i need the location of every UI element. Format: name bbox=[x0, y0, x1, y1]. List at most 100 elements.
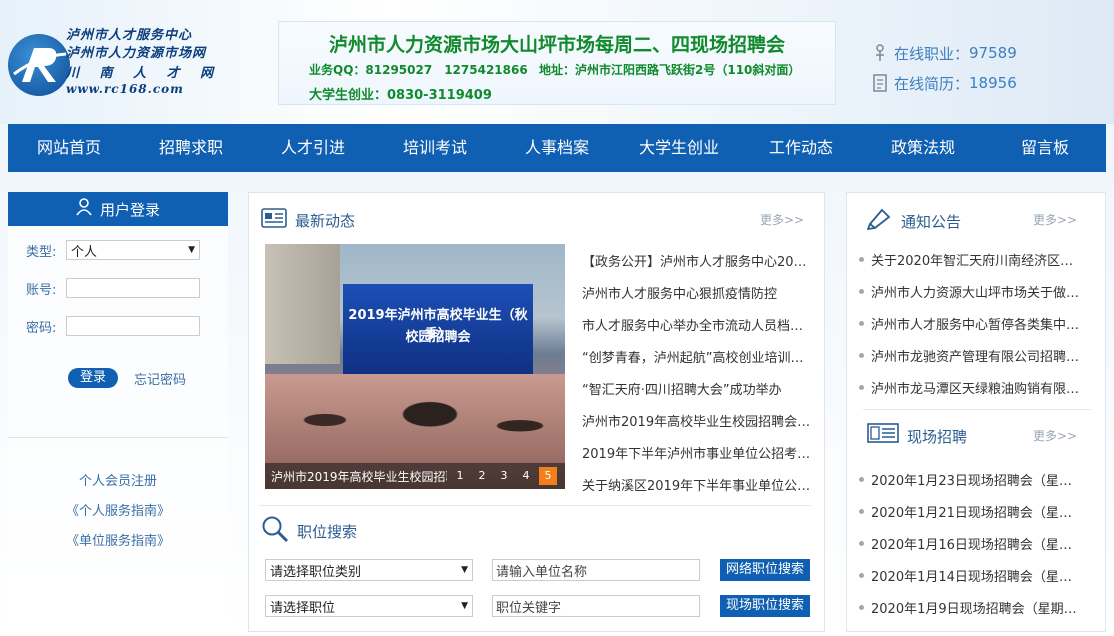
job-position-value: 请选择职位 bbox=[270, 600, 336, 616]
personal-guide-link[interactable]: 《个人服务指南》 bbox=[8, 500, 228, 519]
job-position-select[interactable]: 请选择职位 ▼ bbox=[265, 595, 473, 617]
logo-emblem-icon bbox=[8, 34, 70, 96]
carousel-page[interactable]: 3 bbox=[495, 467, 513, 485]
onsite-title: 现场招聘 bbox=[907, 427, 968, 446]
bullet-icon bbox=[859, 476, 864, 482]
list-item[interactable]: “创梦青春，泸州起航”高校创业培训活动 bbox=[582, 347, 814, 379]
list-item[interactable]: 2020年1月9日现场招聘会（星期四） bbox=[859, 591, 1084, 623]
news-title: 最新动态 bbox=[295, 211, 356, 230]
notice-panel: 通知公告 更多>> 关于2020年智汇天府川南经济区春季招聘会 泸州市人力资源大… bbox=[846, 192, 1106, 632]
list-item[interactable]: 2020年1月21日现场招聘会（星期二） bbox=[859, 495, 1084, 527]
list-item[interactable]: 泸州市人才服务中心狠抓疫情防控 bbox=[582, 283, 814, 315]
online-job-search-button[interactable]: 网络职位搜索 bbox=[720, 559, 810, 581]
nav-recruitment[interactable]: 招聘求职 bbox=[130, 124, 252, 172]
nav-training-exam[interactable]: 培训考试 bbox=[374, 124, 496, 172]
bullet-icon bbox=[859, 352, 864, 358]
list-item[interactable]: 2020年1月14日现场招聘会（星期二） bbox=[859, 559, 1084, 591]
news-photo-carousel[interactable]: 2019年泸州市高校毕业生（秋季） 校园招聘会 泸州市2019年高校毕业生校园招… bbox=[265, 244, 565, 489]
onsite-job-search-button[interactable]: 现场职位搜索 bbox=[720, 595, 810, 617]
account-input[interactable] bbox=[66, 278, 200, 298]
onsite-more-link[interactable]: 更多>> bbox=[1033, 427, 1077, 444]
bullet-icon bbox=[859, 540, 864, 546]
logo-line-3: 川 南 人 才 网 bbox=[66, 66, 222, 81]
list-item-text: 泸州市龙驰资产管理有限公司招聘公告 bbox=[871, 349, 1084, 365]
megaphone-icon bbox=[866, 207, 893, 235]
list-item[interactable]: 泸州市人力资源大山坪市场关于做好疫情防控 bbox=[859, 275, 1084, 307]
bullet-icon bbox=[859, 256, 864, 262]
online-resumes-label: 在线简历： bbox=[894, 74, 970, 93]
site-logo[interactable]: 泸州市人才服务中心 泸州市人力资源市场网 川 南 人 才 网 www.rc168… bbox=[8, 24, 223, 104]
login-title: 用户登录 bbox=[99, 200, 160, 219]
nav-college-startup[interactable]: 大学生创业 bbox=[618, 124, 740, 172]
onsite-section-title: 现场招聘 bbox=[867, 423, 967, 449]
user-type-select[interactable]: 个人 ▼ bbox=[66, 240, 200, 260]
carousel-page-active[interactable]: 5 bbox=[539, 467, 557, 485]
notice-more-link[interactable]: 更多>> bbox=[1033, 211, 1077, 228]
banner-address: 地址：泸州市江阳西路飞跃街2号（110斜对面） bbox=[539, 63, 801, 77]
notice-divider bbox=[863, 409, 1091, 410]
dropdown-arrow-icon: ▼ bbox=[461, 601, 468, 611]
news-divider bbox=[259, 505, 811, 506]
logo-url: www.rc168.com bbox=[66, 82, 184, 96]
list-item[interactable]: 【政务公开】泸州市人才服务中心2020年春节期间服务安排 bbox=[582, 251, 814, 283]
password-input[interactable] bbox=[66, 316, 200, 336]
news-panel: 最新动态 更多>> 2019年泸州市高校毕业生（秋季） 校园招聘会 泸州市201… bbox=[248, 192, 825, 632]
user-icon bbox=[76, 198, 92, 220]
type-row: 类型: 个人 ▼ bbox=[26, 240, 200, 260]
job-keyword-input[interactable]: 职位关键字 bbox=[492, 595, 700, 617]
photo-stage-backdrop: 2019年泸州市高校毕业生（秋季） 校园招聘会 bbox=[343, 284, 533, 379]
carousel-page[interactable]: 2 bbox=[473, 467, 491, 485]
list-item[interactable]: 泸州市2019年高校毕业生校园招聘会圆满结束 bbox=[582, 411, 814, 443]
resume-icon bbox=[872, 74, 888, 92]
nav-policy[interactable]: 政策法规 bbox=[862, 124, 984, 172]
list-item[interactable]: 关于纳溪区2019年下半年事业单位公开招聘 bbox=[582, 475, 814, 507]
list-item-text: 2020年1月14日现场招聘会（星期二） bbox=[871, 569, 1084, 585]
notice-section-title: 通知公告 bbox=[866, 207, 961, 235]
list-item[interactable]: 2020年1月16日现场招聘会（星期四） bbox=[859, 527, 1084, 559]
list-item[interactable]: 2020年1月23日现场招聘会（星期四） bbox=[859, 463, 1084, 495]
news-more-link[interactable]: 更多>> bbox=[760, 211, 804, 228]
nav-personnel-archives[interactable]: 人事档案 bbox=[496, 124, 618, 172]
bullet-icon bbox=[859, 384, 864, 390]
carousel-caption: 泸州市2019年高校毕业生校园招聘会 bbox=[271, 470, 447, 484]
company-guide-link[interactable]: 《单位服务指南》 bbox=[8, 530, 228, 549]
job-category-select[interactable]: 请选择职位类别 ▼ bbox=[265, 559, 473, 581]
password-label: 密码: bbox=[26, 320, 57, 336]
forgot-password-link[interactable]: 忘记密码 bbox=[134, 369, 186, 388]
login-button[interactable]: 登录 bbox=[68, 368, 118, 388]
list-item[interactable]: 泸州市龙马潭区天绿粮油购销有限公司招聘 bbox=[859, 371, 1084, 403]
list-item[interactable]: 关于2020年智汇天府川南经济区春季招聘会 bbox=[859, 243, 1084, 275]
notice-list: 关于2020年智汇天府川南经济区春季招聘会 泸州市人力资源大山坪市场关于做好疫情… bbox=[859, 243, 1084, 403]
company-name-input[interactable]: 请输入单位名称 bbox=[492, 559, 700, 581]
online-jobs-label: 在线职业： bbox=[894, 44, 970, 63]
list-item[interactable]: 泸州市龙驰资产管理有限公司招聘公告 bbox=[859, 339, 1084, 371]
bullet-icon bbox=[859, 604, 864, 610]
list-item-text: 2020年1月23日现场招聘会（星期四） bbox=[871, 473, 1084, 489]
carousel-pager: 1 2 3 4 5 bbox=[447, 467, 557, 485]
online-resumes-value: 18956 bbox=[969, 74, 1017, 92]
nav-work-news[interactable]: 工作动态 bbox=[740, 124, 862, 172]
dropdown-arrow-icon: ▼ bbox=[188, 245, 195, 255]
board-icon bbox=[867, 423, 899, 449]
list-item[interactable]: “智汇天府·四川招聘大会”成功举办 bbox=[582, 379, 814, 411]
list-item[interactable]: 2019年下半年泸州市事业单位公招考试通知 bbox=[582, 443, 814, 475]
type-label: 类型: bbox=[26, 244, 57, 260]
account-label: 账号: bbox=[26, 282, 57, 298]
carousel-page[interactable]: 1 bbox=[451, 467, 469, 485]
banner-college-phone: 大学生创业：0830-3119409 bbox=[309, 88, 492, 103]
member-register-link[interactable]: 个人会员注册 bbox=[8, 470, 228, 489]
newspaper-icon bbox=[261, 207, 287, 233]
list-item[interactable]: 泸州市人才服务中心暂停各类集中招聘活动 bbox=[859, 307, 1084, 339]
banner-title: 泸州市人力资源市场大山坪市场每周二、四现场招聘会 bbox=[328, 34, 785, 56]
list-item[interactable]: 市人才服务中心举办全市流动人员档案管理培训 bbox=[582, 315, 814, 347]
photo-building bbox=[265, 244, 340, 364]
carousel-page[interactable]: 4 bbox=[517, 467, 535, 485]
login-header: 用户登录 bbox=[8, 192, 228, 226]
dropdown-arrow-icon: ▼ bbox=[461, 565, 468, 575]
nav-home[interactable]: 网站首页 bbox=[8, 124, 130, 172]
recruitment-banner[interactable]: 泸州市人力资源市场大山坪市场每周二、四现场招聘会 业务QQ：81295027 1… bbox=[278, 21, 836, 105]
list-item-text: 泸州市龙马潭区天绿粮油购销有限公司招聘 bbox=[871, 381, 1084, 397]
nav-message-board[interactable]: 留言板 bbox=[984, 124, 1106, 172]
main-nav: 网站首页 招聘求职 人才引进 培训考试 人事档案 大学生创业 工作动态 政策法规… bbox=[8, 124, 1106, 172]
nav-talent-introduction[interactable]: 人才引进 bbox=[252, 124, 374, 172]
